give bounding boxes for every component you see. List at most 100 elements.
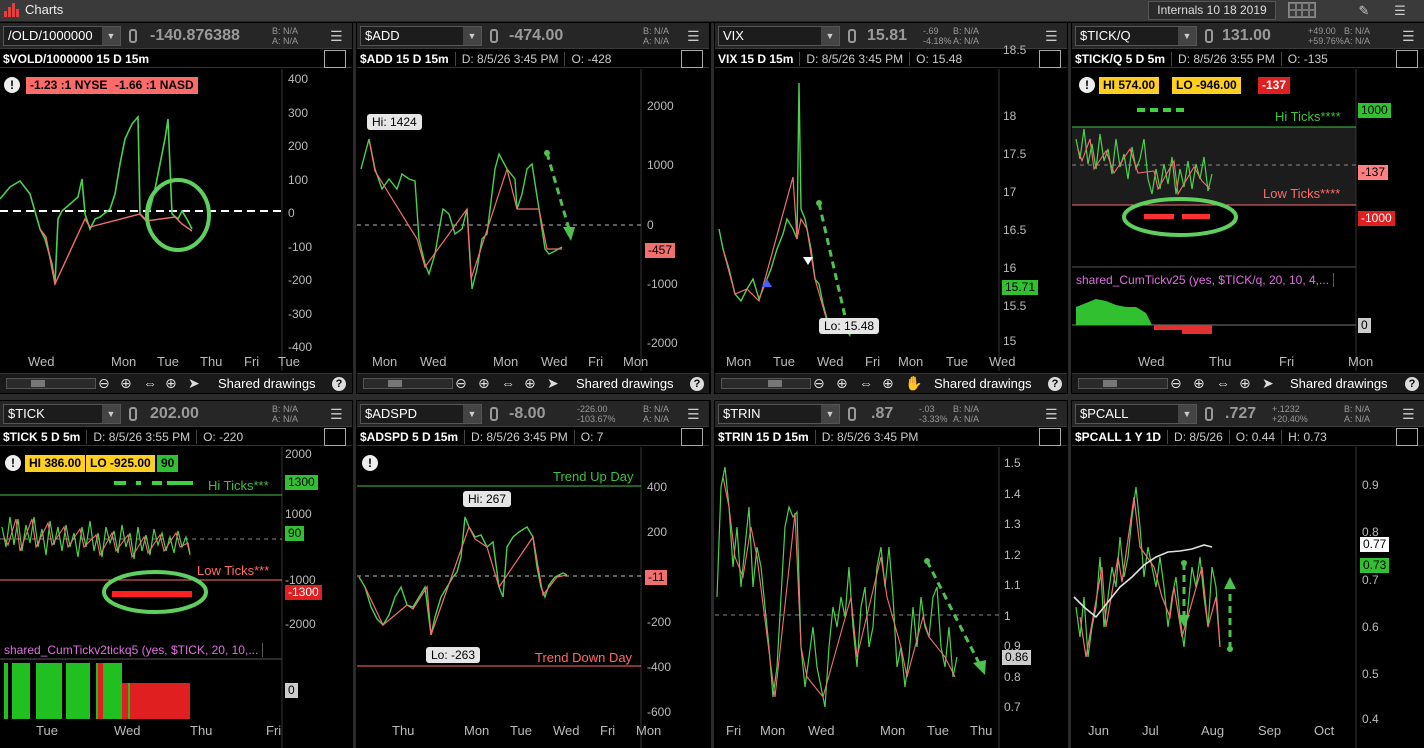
- chart-style-icon[interactable]: [681, 50, 703, 68]
- shared-drawings-menu[interactable]: Shared drawings: [934, 376, 1032, 391]
- y-axis-label: -1000: [647, 277, 678, 291]
- symbol-selector[interactable]: /OLD/1000000 ▼: [3, 26, 121, 46]
- chevron-down-icon[interactable]: ▼: [1178, 27, 1196, 45]
- symbol-selector[interactable]: $ADSPD ▼: [360, 404, 482, 424]
- panel-menu-icon[interactable]: ☰: [330, 29, 344, 43]
- panel-divider[interactable]: [0, 394, 1424, 400]
- symbol-selector[interactable]: $ADD ▼: [360, 26, 482, 46]
- panel-divider[interactable]: [711, 23, 714, 748]
- crosshair-icon[interactable]: ⊕: [1239, 375, 1251, 392]
- link-icon[interactable]: [848, 29, 856, 43]
- cumtick-negative-bars: [1154, 325, 1212, 334]
- symbol-selector[interactable]: VIX ▼: [718, 26, 840, 46]
- help-icon[interactable]: ?: [1405, 377, 1419, 391]
- chart-style-icon[interactable]: [1039, 50, 1061, 68]
- pan-icon[interactable]: ⇔: [143, 375, 157, 391]
- chart-navbar: ⊖ ⊕ ⇔ ⊕ ✋ Shared drawings ?: [715, 373, 1067, 393]
- crosshair-icon[interactable]: ⊕: [165, 375, 177, 392]
- panel-menu-icon[interactable]: ☰: [687, 29, 701, 43]
- chart-style-icon[interactable]: [324, 428, 346, 446]
- cursor-icon[interactable]: ➤: [547, 375, 559, 392]
- link-icon[interactable]: [490, 29, 498, 43]
- time-scrollbar[interactable]: [721, 378, 811, 389]
- y-axis-label: 200: [288, 139, 309, 153]
- zoom-in-icon[interactable]: ⊕: [1193, 375, 1205, 392]
- link-icon[interactable]: [1205, 29, 1213, 43]
- pcall-plot[interactable]: [1072, 447, 1424, 748]
- grid-layout-icon[interactable]: [1288, 2, 1316, 18]
- workspace-name[interactable]: Internals 10 18 2019: [1148, 1, 1276, 20]
- help-icon[interactable]: ?: [690, 377, 704, 391]
- zoom-in-icon[interactable]: ⊕: [836, 375, 848, 392]
- zoom-out-icon[interactable]: ⊖: [455, 375, 467, 392]
- chevron-down-icon[interactable]: ▼: [463, 405, 481, 423]
- shared-drawings-menu[interactable]: Shared drawings: [576, 376, 674, 391]
- menu-icon[interactable]: ☰: [1386, 0, 1414, 21]
- link-icon[interactable]: [1205, 407, 1213, 421]
- warning-icon[interactable]: !: [1079, 77, 1095, 93]
- zoom-out-icon[interactable]: ⊖: [98, 375, 110, 392]
- shared-drawings-menu[interactable]: Shared drawings: [218, 376, 316, 391]
- symbol-selector[interactable]: $TRIN ▼: [718, 404, 840, 424]
- zoom-out-icon[interactable]: ⊖: [813, 375, 825, 392]
- crosshair-icon[interactable]: ⊕: [882, 375, 894, 392]
- cursor-icon[interactable]: ➤: [188, 375, 200, 392]
- panel-menu-icon[interactable]: ☰: [687, 407, 701, 421]
- link-icon[interactable]: [848, 407, 856, 421]
- study-header: $PCALL 1 Y 1D D: 8/5/26 O: 0.44 H: 0.73: [1072, 428, 1424, 446]
- chevron-down-icon[interactable]: ▼: [821, 405, 839, 423]
- chevron-down-icon[interactable]: ▼: [102, 405, 120, 423]
- tag-minus-1300: -1300: [285, 585, 322, 600]
- symbol-selector[interactable]: $TICK ▼: [3, 404, 121, 424]
- zoom-in-icon[interactable]: ⊕: [478, 375, 490, 392]
- cumtick-study-label[interactable]: shared_CumTickv2tickq5 (yes, $TICK, 20, …: [4, 643, 264, 657]
- x-axis-label: Tue: [773, 354, 795, 369]
- panel-menu-icon[interactable]: ☰: [330, 407, 344, 421]
- x-axis-label: Mon: [372, 354, 398, 369]
- time-scrollbar[interactable]: [6, 378, 96, 389]
- pan-icon[interactable]: ⇔: [501, 375, 515, 391]
- hand-icon[interactable]: ✋: [905, 375, 922, 392]
- zoom-out-icon[interactable]: ⊖: [1170, 375, 1182, 392]
- pan-icon[interactable]: ⇔: [1216, 375, 1230, 391]
- chart-style-icon[interactable]: [1039, 428, 1061, 446]
- x-axis-label: Wed: [28, 354, 55, 369]
- chart-style-icon[interactable]: [1396, 50, 1418, 68]
- warning-icon[interactable]: !: [4, 77, 20, 93]
- pan-icon[interactable]: ⇔: [859, 375, 873, 391]
- chevron-down-icon[interactable]: ▼: [102, 27, 120, 45]
- help-icon[interactable]: ?: [332, 377, 346, 391]
- zoom-in-icon[interactable]: ⊕: [120, 375, 132, 392]
- chart-style-icon[interactable]: [681, 428, 703, 446]
- help-icon[interactable]: ?: [1048, 377, 1062, 391]
- time-scrollbar[interactable]: [363, 378, 453, 389]
- crosshair-icon[interactable]: ⊕: [524, 375, 536, 392]
- chevron-down-icon[interactable]: ▼: [821, 27, 839, 45]
- symbol-text: $ADD: [365, 28, 400, 43]
- warning-icon[interactable]: !: [5, 455, 21, 471]
- link-icon[interactable]: [129, 29, 137, 43]
- symbol-bar: $PCALL ▼ .727 +.1232 +20.40% B: N/A A: N/A…: [1072, 401, 1424, 427]
- symbol-selector[interactable]: $TICK/Q ▼: [1075, 26, 1197, 46]
- link-icon[interactable]: [490, 407, 498, 421]
- chart-style-icon[interactable]: [324, 50, 346, 68]
- cumtick-study-label[interactable]: shared_CumTickv25 (yes, $TICK/q, 20, 10,…: [1076, 273, 1334, 287]
- warning-icon[interactable]: !: [362, 455, 378, 471]
- panel-divider[interactable]: [353, 23, 356, 748]
- chevron-down-icon[interactable]: ▼: [463, 27, 481, 45]
- chevron-down-icon[interactable]: ▼: [1178, 405, 1196, 423]
- panel-menu-icon[interactable]: ☰: [1402, 29, 1416, 43]
- symbol-bar: $TRIN ▼ .87 -.03 -3.33% B: N/A A: N/A ☰: [715, 401, 1067, 427]
- cursor-icon[interactable]: ➤: [1262, 375, 1274, 392]
- panel-menu-icon[interactable]: ☰: [1045, 407, 1059, 421]
- vix-series-line: [718, 82, 832, 325]
- shared-drawings-menu[interactable]: Shared drawings: [1290, 376, 1388, 391]
- symbol-selector[interactable]: $PCALL ▼: [1075, 404, 1197, 424]
- panel-divider[interactable]: [1068, 23, 1071, 748]
- pin-icon[interactable]: ✎: [1350, 0, 1378, 21]
- link-icon[interactable]: [129, 407, 137, 421]
- time-scrollbar[interactable]: [1078, 378, 1168, 389]
- panel-menu-icon[interactable]: ☰: [1045, 29, 1059, 43]
- panel-menu-icon[interactable]: ☰: [1402, 407, 1416, 421]
- chart-style-icon[interactable]: [1396, 428, 1418, 446]
